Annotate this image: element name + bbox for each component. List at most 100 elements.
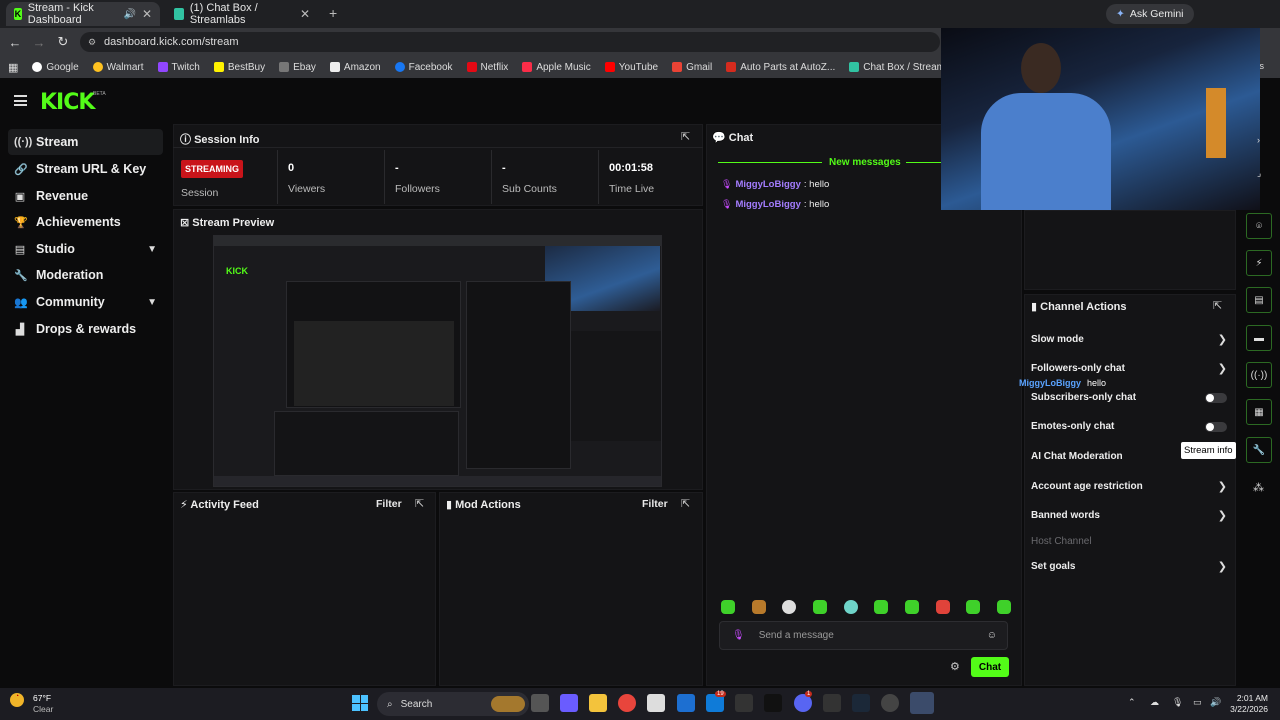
emoji-icon[interactable]: ☺	[987, 630, 997, 641]
tray-app-icon[interactable]: ☁	[1150, 697, 1159, 708]
emote-icon[interactable]	[904, 600, 919, 614]
task-view-icon[interactable]	[531, 694, 549, 712]
steam-icon[interactable]	[852, 694, 870, 712]
bookmark-bestbuy[interactable]: BestBuy	[213, 62, 265, 73]
network-icon[interactable]: ▭	[1193, 697, 1202, 708]
tiktok-icon[interactable]	[764, 694, 782, 712]
bookmark-google[interactable]: Google	[32, 62, 79, 73]
clock-time[interactable]: 2:01 AM	[1232, 693, 1268, 703]
site-info-icon[interactable]: ⚙	[88, 37, 96, 48]
bookmark-apple-music[interactable]: Apple Music	[522, 62, 591, 73]
emote-icon[interactable]	[843, 600, 858, 614]
bookmark-walmart[interactable]: Walmart	[92, 62, 144, 73]
followers-only-row[interactable]: Followers-only chat ❯	[1031, 362, 1227, 375]
microphone-icon[interactable]: 🎙	[1172, 697, 1183, 708]
stream-preview-video[interactable]: KICK	[213, 235, 662, 487]
bookmark-gmail[interactable]: Gmail	[672, 62, 712, 73]
wrench-icon[interactable]: 🔧	[1246, 437, 1272, 463]
emote-icon[interactable]	[874, 600, 889, 614]
bookmark-twitch[interactable]: Twitch	[157, 62, 200, 73]
tab-kick-dashboard[interactable]: K Stream - Kick Dashboard 🔊 ✕	[6, 2, 160, 26]
sidebar-item-stream[interactable]: ((·)) Stream	[8, 129, 163, 155]
emote-icon[interactable]	[966, 600, 981, 614]
emote-icon[interactable]	[751, 600, 766, 614]
new-tab-icon[interactable]: +	[329, 5, 337, 21]
subscribers-only-row[interactable]: Subscribers-only chat	[1031, 392, 1227, 403]
emotes-only-row[interactable]: Emotes-only chat	[1031, 421, 1227, 432]
speaker-icon[interactable]: 🔊	[123, 9, 135, 20]
new-messages-label[interactable]: New messages	[829, 157, 901, 168]
rail-collapse-icon[interactable]: ⌟	[1257, 168, 1261, 179]
ask-gemini-button[interactable]: ✦ Ask Gemini	[1106, 4, 1194, 24]
bookmark-amazon[interactable]: Amazon	[329, 62, 381, 73]
lightning-icon[interactable]: ⚡	[1246, 250, 1272, 276]
emote-icon[interactable]	[996, 600, 1011, 614]
bookmark-facebook[interactable]: Facebook	[394, 62, 453, 73]
terminal-icon[interactable]	[823, 694, 841, 712]
emote-icon[interactable]	[812, 600, 827, 614]
set-goals-row[interactable]: Set goals ❯	[1031, 560, 1227, 573]
bookmark-youtube[interactable]: YouTube	[604, 62, 658, 73]
file-explorer-icon[interactable]	[589, 694, 607, 712]
weather-temp[interactable]: 67°F	[33, 693, 51, 703]
store-icon[interactable]	[647, 694, 665, 712]
rail-top-icon[interactable]: ›	[1257, 135, 1260, 145]
account-age-row[interactable]: Account age restriction ❯	[1031, 480, 1227, 493]
sidebar-item-studio[interactable]: ▤ Studio ▼	[8, 236, 163, 262]
close-tab-icon[interactable]: ✕	[142, 7, 152, 21]
sidebar-item-moderation[interactable]: 🔧 Moderation	[8, 262, 163, 288]
camera-icon[interactable]: ⌾	[1246, 213, 1272, 239]
windows-start-icon[interactable]	[352, 695, 368, 711]
chat-input[interactable]: 🎙 Send a message ☺	[719, 621, 1008, 650]
emote-icon[interactable]	[782, 600, 797, 614]
app-icon[interactable]	[735, 694, 753, 712]
sidebar-item-drops-rewards[interactable]: ▟ Drops & rewards	[8, 316, 163, 342]
forward-icon[interactable]: →	[27, 35, 51, 50]
taskbar-search[interactable]: ⌕ Search	[377, 692, 529, 716]
popout-icon[interactable]: ⇱	[415, 497, 424, 510]
obs-icon[interactable]	[881, 694, 899, 712]
weather-icon[interactable]: ◔	[10, 693, 24, 707]
emote-icon[interactable]	[935, 600, 950, 614]
active-app-icon[interactable]	[910, 692, 934, 714]
activity-filter-button[interactable]: Filter	[376, 498, 402, 510]
url-field[interactable]: ⚙ dashboard.kick.com/stream	[80, 32, 940, 52]
banned-words-row[interactable]: Banned words ❯	[1031, 509, 1227, 522]
chat-send-button[interactable]: Chat	[971, 657, 1009, 677]
slow-mode-row[interactable]: Slow mode ❯	[1031, 333, 1227, 346]
sidebar-item-revenue[interactable]: ▣ Revenue	[8, 183, 163, 209]
tray-chevron-icon[interactable]: ⌃	[1128, 697, 1136, 708]
nodes-icon[interactable]: ⁂	[1253, 481, 1264, 494]
popout-icon[interactable]: ⇱	[681, 130, 690, 143]
bookmark-autozone[interactable]: Auto Parts at AutoZ...	[726, 62, 835, 73]
chat-username[interactable]: MiggyLoBiggy	[735, 199, 800, 210]
hamburger-menu-icon[interactable]	[14, 95, 27, 106]
popout-icon[interactable]: ⇱	[681, 497, 690, 510]
bookmark-ebay[interactable]: Ebay	[279, 62, 316, 73]
chat-bubble-icon[interactable]: ▬	[1246, 325, 1272, 351]
tab-chat-box[interactable]: (1) Chat Box / Streamlabs ✕	[166, 2, 318, 26]
chat-username[interactable]: MiggyLoBiggy	[735, 179, 800, 190]
bookmark-netflix[interactable]: Netflix	[466, 62, 508, 73]
clock-date[interactable]: 3/22/2026	[1226, 704, 1268, 714]
outlook-icon[interactable]	[677, 694, 695, 712]
close-tab-icon[interactable]: ✕	[300, 7, 310, 21]
broadcast-icon[interactable]: ((·))	[1246, 362, 1272, 388]
reload-icon[interactable]: ↻	[51, 34, 75, 50]
kick-logo[interactable]: KICK	[40, 90, 95, 115]
chat-settings-icon[interactable]: ⚙	[950, 660, 960, 673]
emotes-only-toggle[interactable]	[1205, 421, 1227, 432]
document-icon[interactable]: ▤	[1246, 287, 1272, 313]
layout-icon[interactable]: ▦	[1246, 399, 1272, 425]
sidebar-item-achievements[interactable]: 🏆 Achievements	[8, 209, 163, 235]
popout-icon[interactable]: ⇱	[1213, 299, 1222, 312]
sidebar-item-stream-url-key[interactable]: 🔗 Stream URL & Key	[8, 156, 163, 182]
subscribers-only-toggle[interactable]	[1205, 392, 1227, 403]
copilot-icon[interactable]	[560, 694, 578, 712]
apps-grid-icon[interactable]: ▦	[8, 61, 18, 74]
sidebar-item-community[interactable]: 👥 Community ▼	[8, 289, 163, 315]
volume-icon[interactable]: 🔊	[1210, 697, 1221, 708]
back-icon[interactable]: ←	[3, 35, 27, 50]
mod-filter-button[interactable]: Filter	[642, 498, 668, 510]
emote-icon[interactable]	[721, 600, 735, 614]
